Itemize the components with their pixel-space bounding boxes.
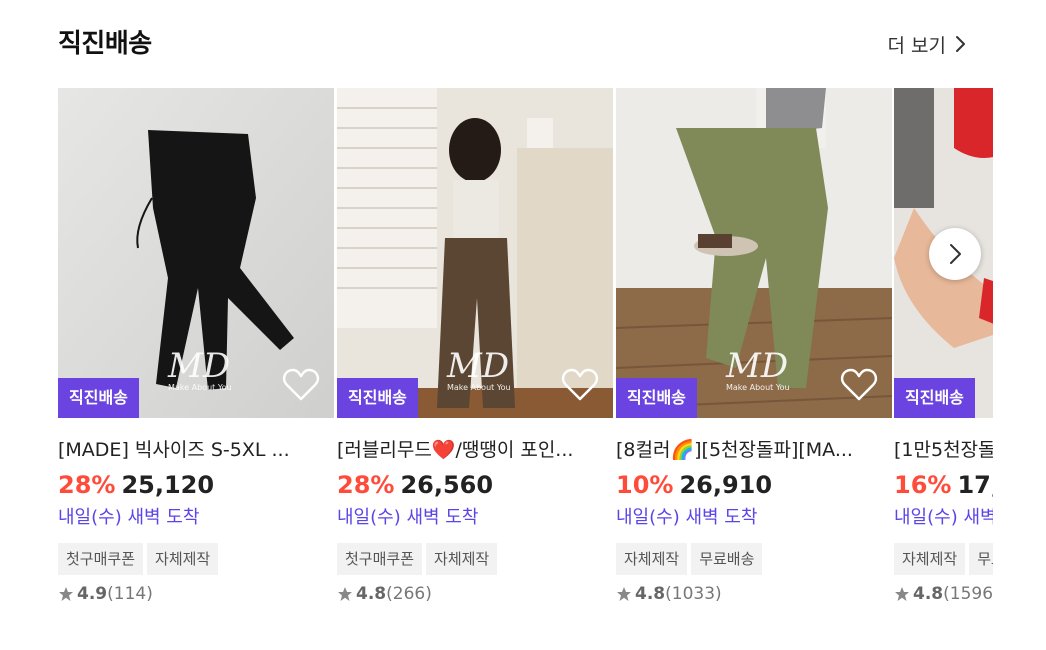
product-card[interactable]: MD Make About You 직진배송 [8컬러🌈][5천장돌파][MA.…	[616, 88, 892, 628]
tag-list: 첫구매쿠폰 자체제작	[58, 543, 334, 575]
sale-price: 26,910	[679, 471, 773, 499]
price-row: 28% 25,120	[58, 470, 334, 500]
section-header: 직진배송 더 보기	[58, 26, 966, 62]
discount-rate: 28%	[58, 471, 116, 499]
more-link[interactable]: 더 보기	[888, 26, 966, 62]
chevron-right-icon	[956, 36, 965, 52]
heart-icon[interactable]	[840, 368, 878, 402]
discount-rate: 16%	[894, 471, 952, 499]
product-name[interactable]: [러블리무드❤️/땡땡이 포인...	[337, 436, 577, 464]
review-count: (266)	[386, 584, 432, 604]
rating-score: 4.8	[913, 584, 944, 604]
rating: 4.8 (1033)	[616, 584, 892, 604]
tag: 자체제작	[147, 543, 219, 575]
delivery-info: 내일(수) 새벽 도착	[616, 507, 758, 528]
direct-delivery-badge: 직진배송	[616, 378, 697, 418]
product-image[interactable]: MD Make About You 직진배송	[58, 88, 334, 418]
price-row: 10% 26,910	[616, 470, 892, 500]
rating-score: 4.9	[77, 584, 108, 604]
product-name[interactable]: [MADE] 빅사이즈 S-5XL ...	[58, 436, 298, 464]
direct-delivery-badge: 직진배송	[58, 378, 139, 418]
carousel-next-button[interactable]	[929, 228, 981, 280]
brand-watermark: MD Make About You	[726, 346, 790, 392]
tag: 첫구매쿠폰	[337, 543, 423, 575]
sale-price: 26,560	[400, 471, 494, 499]
tag-list: 자체제작 무료배송	[616, 543, 892, 575]
product-card[interactable]: MD Make About You 직진배송 [MADE] 빅사이즈 S-5XL…	[58, 88, 334, 628]
review-count: (1596)	[943, 584, 993, 604]
product-name[interactable]: [1만5천장돌	[894, 436, 993, 464]
tag: 자체제작	[426, 543, 498, 575]
product-image[interactable]: MD Make About You 직진배송	[616, 88, 892, 418]
rating: 4.9 (114)	[58, 584, 334, 604]
sale-price: 25,120	[121, 471, 215, 499]
star-icon	[895, 587, 909, 601]
star-icon	[59, 587, 73, 601]
direct-delivery-section: 직진배송 더 보기 MD Make About You 직진배송 [MADE] …	[0, 0, 1046, 650]
section-title: 직진배송	[58, 29, 152, 59]
tag: 자체제작	[894, 543, 966, 575]
rating: 4.8 (266)	[337, 584, 613, 604]
sale-price: 17,4	[957, 471, 993, 499]
chevron-right-icon	[950, 244, 961, 264]
heart-icon[interactable]	[282, 368, 320, 402]
heart-icon[interactable]	[561, 368, 599, 402]
rating-score: 4.8	[356, 584, 387, 604]
tag-list: 자체제작 무료	[894, 543, 993, 575]
tag-list: 첫구매쿠폰 자체제작	[337, 543, 613, 575]
direct-delivery-badge: 직진배송	[894, 378, 975, 418]
direct-delivery-badge: 직진배송	[337, 378, 418, 418]
discount-rate: 10%	[616, 471, 674, 499]
tag: 첫구매쿠폰	[58, 543, 144, 575]
tag: 무료배송	[691, 543, 763, 575]
tag: 무료	[969, 543, 993, 575]
review-count: (114)	[107, 584, 153, 604]
product-carousel: MD Make About You 직진배송 [MADE] 빅사이즈 S-5XL…	[58, 88, 993, 628]
review-count: (1033)	[665, 584, 722, 604]
brand-watermark: MD Make About You	[168, 346, 232, 392]
price-row: 28% 26,560	[337, 470, 613, 500]
price-row: 16%17,4	[894, 470, 993, 500]
tag: 자체제작	[616, 543, 688, 575]
product-card[interactable]: MD Make About You 직진배송 [러블리무드❤️/땡땡이 포인..…	[337, 88, 613, 628]
star-icon	[617, 587, 631, 601]
brand-watermark: MD Make About You	[447, 346, 511, 392]
delivery-info: 내일(수) 새벽 도착	[337, 507, 479, 528]
product-image[interactable]: MD Make About You 직진배송	[337, 88, 613, 418]
delivery-info: 내일(수) 새벽 도착	[58, 507, 200, 528]
delivery-info: 내일(수) 새벽	[894, 507, 993, 528]
rating-score: 4.8	[635, 584, 666, 604]
discount-rate: 28%	[337, 471, 395, 499]
rating: 4.8(1596)	[894, 584, 993, 604]
more-label: 더 보기	[887, 34, 946, 57]
product-card[interactable]: 직진배송 [1만5천장돌 16%17,4 내일(수) 새벽 자체제작 무료 4.…	[894, 88, 993, 628]
star-icon	[338, 587, 352, 601]
product-name[interactable]: [8컬러🌈][5천장돌파][MA...	[616, 436, 856, 464]
